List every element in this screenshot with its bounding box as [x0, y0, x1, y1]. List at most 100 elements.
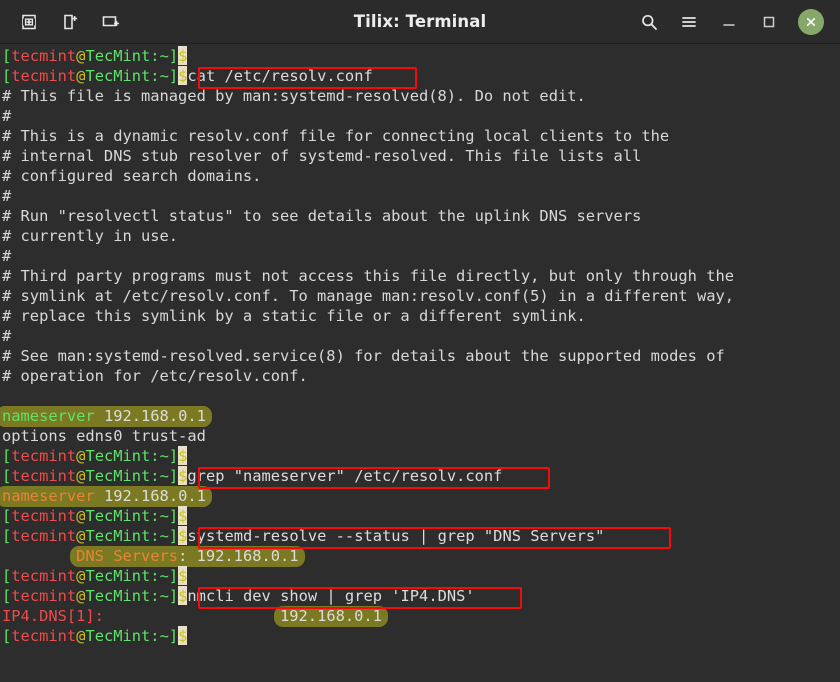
- ip4-dns-highlight: 192.168.0.1: [274, 606, 388, 627]
- nameserver-key-match: nameserver: [2, 487, 95, 505]
- output-blank-line: [2, 386, 734, 406]
- output-comment-line: #: [2, 106, 734, 126]
- prompt-user: tecmint: [11, 447, 76, 465]
- prompt-open-bracket: [: [2, 447, 11, 465]
- prompt-host-path: TecMint:~: [85, 447, 168, 465]
- prompt-dollar-cell: $: [178, 626, 187, 646]
- nameserver-ip-value: 192.168.0.1: [104, 487, 206, 505]
- prompt-open-bracket: [: [2, 67, 11, 85]
- prompt-user: tecmint: [11, 507, 76, 525]
- output-dns-servers-result: DNS Servers: 192.168.0.1: [2, 546, 734, 566]
- command-systemd-resolve-status: systemd-resolve --status | grep "DNS Ser…: [187, 527, 604, 545]
- output-options-line: options edns0 trust-ad: [2, 426, 734, 446]
- output-comment-line: # replace this symlink by a static file …: [2, 306, 734, 326]
- add-terminal-down-icon[interactable]: [59, 11, 81, 33]
- terminal-command-line-cat: [tecmint@TecMint:~]$cat /etc/resolv.conf: [2, 66, 734, 86]
- terminal-prompt-line: [tecmint@TecMint:~]$: [2, 506, 734, 526]
- output-ip4-dns-result: IP4.DNS[1]: 192.168.0.1: [2, 606, 734, 626]
- prompt-symbol: $: [178, 447, 187, 465]
- prompt-open-bracket: [: [2, 527, 11, 545]
- terminal-content: [tecmint@TecMint:~]$ [tecmint@TecMint:~]…: [2, 46, 734, 646]
- terminal-body[interactable]: [tecmint@TecMint:~]$ [tecmint@TecMint:~]…: [0, 44, 840, 682]
- prompt-host-path: TecMint:~: [85, 567, 168, 585]
- prompt-user: tecmint: [11, 527, 76, 545]
- grep-match-highlight: nameserver 192.168.0.1: [0, 486, 212, 507]
- command-cat-resolv-conf: cat /etc/resolv.conf: [187, 67, 372, 85]
- prompt-open-bracket: [: [2, 467, 11, 485]
- prompt-host-path: TecMint:~: [85, 507, 168, 525]
- prompt-dollar-cell: $: [178, 526, 187, 546]
- terminal-command-line-nmcli: [tecmint@TecMint:~]$nmcli dev show | gre…: [2, 586, 734, 606]
- titlebar-left-actions: [0, 11, 122, 33]
- prompt-dollar-cell: $: [178, 506, 187, 526]
- titlebar-right-actions: [638, 9, 840, 35]
- prompt-close-bracket: ]: [169, 527, 178, 545]
- output-comment-line: # Run "resolvectl status" to see details…: [2, 206, 734, 226]
- prompt-host-path: TecMint:~: [85, 587, 168, 605]
- ip4-dns-key: IP4.DNS[1]:: [2, 607, 104, 625]
- window-titlebar: Tilix: Terminal: [0, 0, 840, 44]
- nameserver-ip: [95, 407, 104, 425]
- output-comment-line: #: [2, 246, 734, 266]
- terminal-prompt-line: [tecmint@TecMint:~]$: [2, 566, 734, 586]
- prompt-user: tecmint: [11, 567, 76, 585]
- dns-servers-key: DNS Servers: [76, 547, 178, 565]
- prompt-dollar-cell: $: [178, 446, 187, 466]
- output-comment-line: # symlink at /etc/resolv.conf. To manage…: [2, 286, 734, 306]
- prompt-host-path: TecMint:~: [85, 467, 168, 485]
- add-terminal-right-icon[interactable]: [18, 11, 40, 33]
- prompt-dollar-cell: $: [178, 66, 187, 86]
- output-nameserver-line: nameserver 192.168.0.1: [2, 406, 734, 426]
- terminal-command-line-systemd-resolve: [tecmint@TecMint:~]$systemd-resolve --st…: [2, 526, 734, 546]
- prompt-close-bracket: ]: [169, 567, 178, 585]
- nameserver-highlight: nameserver 192.168.0.1: [0, 406, 212, 427]
- prompt-symbol: $: [178, 627, 187, 645]
- prompt-user: tecmint: [11, 67, 76, 85]
- new-session-icon[interactable]: [100, 11, 122, 33]
- prompt-close-bracket: ]: [169, 467, 178, 485]
- ip4-dns-gap: [104, 607, 280, 625]
- prompt-close-bracket: ]: [169, 47, 178, 65]
- prompt-open-bracket: [: [2, 47, 11, 65]
- command-nmcli-dev-show: nmcli dev show | grep 'IP4.DNS': [187, 587, 474, 605]
- tilix-window: Tilix: Terminal: [0, 0, 840, 682]
- close-icon[interactable]: [798, 9, 824, 35]
- prompt-close-bracket: ]: [169, 67, 178, 85]
- prompt-symbol: $: [178, 527, 187, 545]
- terminal-command-line-grep: [tecmint@TecMint:~]$grep "nameserver" /e…: [2, 466, 734, 486]
- prompt-symbol: $: [178, 567, 187, 585]
- prompt-host-path: TecMint:~: [85, 627, 168, 645]
- prompt-user: tecmint: [11, 627, 76, 645]
- prompt-dollar-cell: $: [178, 566, 187, 586]
- prompt-dollar-cell: $: [178, 466, 187, 486]
- prompt-close-bracket: ]: [169, 507, 178, 525]
- output-comment-line: # configured search domains.: [2, 166, 734, 186]
- maximize-icon[interactable]: [758, 11, 780, 33]
- output-grep-nameserver-result: nameserver 192.168.0.1: [2, 486, 734, 506]
- prompt-open-bracket: [: [2, 507, 11, 525]
- prompt-user: tecmint: [11, 467, 76, 485]
- prompt-host-path: TecMint:~: [85, 67, 168, 85]
- minimize-icon[interactable]: [718, 11, 740, 33]
- output-comment-line: # currently in use.: [2, 226, 734, 246]
- prompt-open-bracket: [: [2, 567, 11, 585]
- prompt-open-bracket: [: [2, 627, 11, 645]
- search-icon[interactable]: [638, 11, 660, 33]
- terminal-prompt-line: [tecmint@TecMint:~]$: [2, 626, 734, 646]
- prompt-open-bracket: [: [2, 587, 11, 605]
- prompt-symbol: $: [178, 467, 187, 485]
- output-comment-line: # internal DNS stub resolver of systemd-…: [2, 146, 734, 166]
- hamburger-menu-icon[interactable]: [678, 11, 700, 33]
- dns-servers-value: : 192.168.0.1: [178, 547, 298, 565]
- output-comment-line: #: [2, 186, 734, 206]
- prompt-close-bracket: ]: [169, 447, 178, 465]
- prompt-close-bracket: ]: [169, 587, 178, 605]
- output-comment-line: # Third party programs must not access t…: [2, 266, 734, 286]
- prompt-user: tecmint: [11, 47, 76, 65]
- prompt-dollar-cell: $: [178, 586, 187, 606]
- dns-indent: [2, 547, 76, 565]
- terminal-prompt-line: [tecmint@TecMint:~]$: [2, 46, 734, 66]
- command-grep-nameserver: grep "nameserver" /etc/resolv.conf: [187, 467, 502, 485]
- nameserver-ip-value: 192.168.0.1: [104, 407, 206, 425]
- prompt-symbol: $: [178, 67, 187, 85]
